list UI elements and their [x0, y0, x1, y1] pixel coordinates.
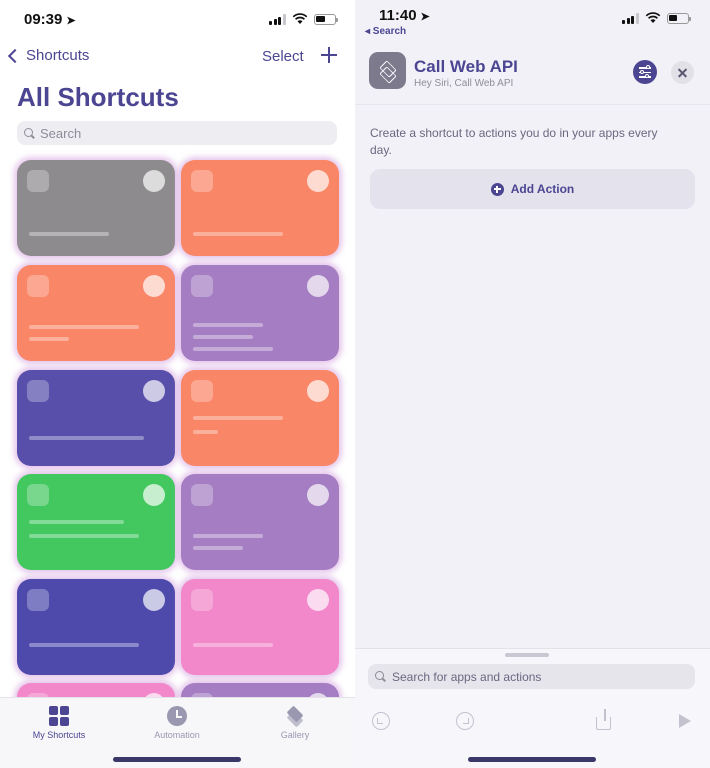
search-input[interactable]: Search	[17, 121, 337, 145]
shortcuts-list-screen: 09:39 ➤ Shortcuts Select All Shortcuts S…	[0, 0, 355, 768]
automation-clock-icon	[167, 706, 187, 726]
shortcut-glyph-icon	[27, 380, 49, 402]
actions-search-input[interactable]: Search for apps and actions	[368, 664, 695, 689]
search-icon	[375, 671, 386, 682]
chevron-left-icon	[7, 48, 23, 63]
run-shortcut-icon[interactable]	[143, 275, 165, 297]
shortcut-settings-button[interactable]	[633, 60, 657, 84]
battery-icon	[666, 12, 691, 24]
run-shortcut-icon[interactable]	[143, 589, 165, 611]
tab-gallery[interactable]: Gallery	[250, 705, 340, 740]
plus-circle-icon	[490, 182, 504, 196]
shortcut-glyph-icon	[191, 275, 213, 297]
layers-icon	[378, 59, 398, 84]
shortcut-glyph-icon	[27, 484, 49, 506]
add-shortcut-plus-icon[interactable]	[319, 44, 339, 66]
status-system-icons	[269, 13, 338, 25]
status-time: 11:40 ➤	[379, 7, 430, 24]
tab-my-shortcuts[interactable]: My Shortcuts	[14, 706, 104, 740]
actions-search-placeholder: Search for apps and actions	[392, 669, 542, 684]
shortcut-glyph-icon	[191, 380, 213, 402]
run-shortcut-icon[interactable]	[307, 170, 329, 192]
sheet-grabber[interactable]	[505, 653, 549, 657]
back-label: Shortcuts	[26, 47, 90, 64]
status-system-icons	[622, 12, 691, 24]
wifi-icon	[292, 13, 307, 24]
add-action-button[interactable]: Add Action	[370, 169, 695, 209]
tab-automation[interactable]: Automation	[132, 706, 222, 740]
cellular-signal-icon	[269, 13, 286, 25]
grid-icon	[49, 706, 69, 726]
status-bar: 09:39 ➤	[0, 0, 355, 38]
status-bar: 11:40 ➤ ◂ Search	[355, 0, 710, 38]
select-button[interactable]: Select	[262, 48, 304, 65]
shortcut-editor-screen: 11:40 ➤ ◂ Search Call Web API Hey Siri, C…	[355, 0, 710, 768]
tab-label: Automation	[154, 730, 200, 740]
add-action-label: Add Action	[510, 182, 575, 196]
shortcut-glyph-icon	[27, 170, 49, 192]
run-shortcut-icon[interactable]	[307, 589, 329, 611]
shortcut-card[interactable]	[17, 265, 175, 361]
back-button[interactable]: Shortcuts	[7, 47, 90, 64]
run-play-icon[interactable]	[679, 714, 691, 728]
search-icon	[24, 127, 35, 139]
shortcut-card[interactable]	[181, 579, 339, 675]
battery-icon	[313, 13, 338, 25]
run-shortcut-icon[interactable]	[307, 484, 329, 506]
shortcut-glyph-icon	[191, 170, 213, 192]
wifi-icon	[645, 12, 660, 23]
shortcut-card[interactable]	[17, 160, 175, 256]
actions-bottom-sheet: Search for apps and actions	[355, 648, 710, 768]
shortcut-card[interactable]	[181, 370, 339, 466]
search-placeholder: Search	[40, 125, 82, 141]
shortcut-glyph-icon	[27, 589, 49, 611]
shortcut-glyph-icon	[191, 589, 213, 611]
back-to-app-link[interactable]: ◂ Search	[365, 26, 406, 37]
shortcut-glyph-icon	[27, 275, 49, 297]
page-title: All Shortcuts	[17, 82, 179, 112]
tab-label: Gallery	[280, 730, 310, 740]
location-arrow-icon: ➤	[66, 15, 76, 27]
cellular-signal-icon	[622, 12, 639, 24]
home-indicator[interactable]	[113, 757, 241, 762]
shortcut-card[interactable]	[17, 474, 175, 570]
share-icon[interactable]	[596, 709, 611, 730]
shortcut-name[interactable]: Call Web API	[414, 57, 518, 77]
nav-bar: Shortcuts Select	[0, 44, 355, 70]
close-button[interactable]	[671, 61, 694, 84]
run-shortcut-icon[interactable]	[307, 380, 329, 402]
run-shortcut-icon[interactable]	[307, 275, 329, 297]
shortcut-card[interactable]	[181, 474, 339, 570]
shortcut-glyph-icon	[191, 484, 213, 506]
empty-state-help-text: Create a shortcut to actions you do in y…	[370, 126, 658, 157]
redo-icon[interactable]	[456, 712, 474, 730]
tab-bar: My Shortcuts Automation Gallery	[0, 697, 355, 768]
gallery-layers-icon	[285, 705, 305, 728]
undo-icon[interactable]	[372, 712, 390, 730]
home-indicator[interactable]	[468, 757, 596, 762]
shortcut-card[interactable]	[181, 160, 339, 256]
siri-phrase: Hey Siri, Call Web API	[414, 78, 514, 89]
tab-label: My Shortcuts	[32, 730, 86, 740]
status-time: 09:39 ➤	[24, 11, 76, 28]
shortcut-card[interactable]	[17, 579, 175, 675]
location-arrow-icon: ➤	[420, 11, 430, 23]
run-shortcut-icon[interactable]	[143, 380, 165, 402]
header-divider	[355, 104, 710, 105]
shortcut-card[interactable]	[181, 265, 339, 361]
screen: 09:39 ➤ Shortcuts Select All Shortcuts S…	[0, 0, 710, 768]
shortcuts-grid	[0, 150, 355, 768]
run-shortcut-icon[interactable]	[143, 484, 165, 506]
run-shortcut-icon[interactable]	[143, 170, 165, 192]
shortcut-icon[interactable]	[369, 52, 406, 89]
shortcut-card[interactable]	[17, 370, 175, 466]
